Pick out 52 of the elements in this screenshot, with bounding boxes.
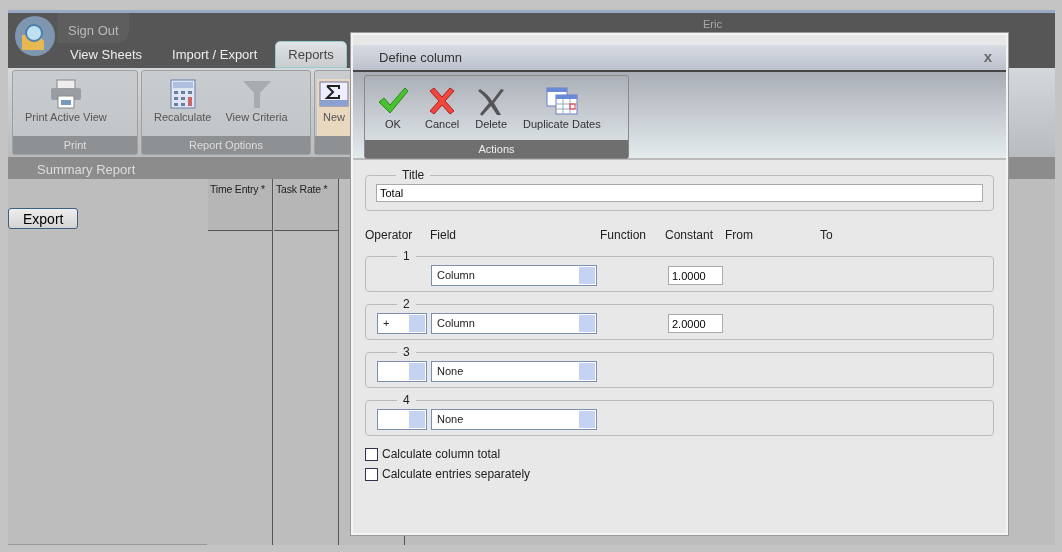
field-select[interactable]: None [431,361,597,382]
export-button[interactable]: Export [8,208,79,229]
column-label: Function [600,227,648,244]
delete-button[interactable]: Delete [469,86,514,140]
column-header: Time Entry * [208,179,272,231]
toolbar-button[interactable]: Duplicate Dates [517,86,607,140]
column-header: Task Rate * [274,179,338,231]
user-name: Eric [703,17,722,32]
group-label: Report Options [142,135,310,154]
close-button[interactable]: x [983,46,992,69]
ok-button[interactable]: OK [371,86,415,140]
sign-out-menu[interactable]: Sign Out [58,13,129,43]
checkbox[interactable] [365,447,378,461]
ribbon-button[interactable]: Recalculate [150,79,216,136]
group-label: Print [13,135,137,154]
field-select[interactable]: None [431,409,597,430]
constant-input[interactable]: 2.0000 [668,314,723,333]
ribbon-button[interactable]: View Criteria [221,79,292,136]
operator-select[interactable] [377,361,427,382]
cancel-button[interactable]: Cancel [419,86,466,140]
section-legend: 2 [397,295,416,313]
column-label: To [820,227,834,244]
title-input[interactable]: Total [376,184,983,202]
tab[interactable]: View Sheets [58,40,155,68]
operator-select[interactable]: + [377,313,427,334]
calendar-icon [545,86,578,116]
logo-icon[interactable] [14,15,56,57]
column-label: Field [430,227,457,244]
section-legend: 3 [397,343,416,361]
field-select[interactable]: Column [431,313,597,334]
x-icon [476,86,507,116]
funnel-icon [241,79,272,109]
section-legend: 4 [397,391,416,409]
tab[interactable]: Reports [275,40,347,68]
column-label: Operator [365,227,414,244]
operator-select[interactable] [377,409,427,430]
column-label: From [725,227,754,244]
tab[interactable]: Import / Export [160,40,270,68]
ribbon-button[interactable]: New [317,79,351,136]
constant-input[interactable]: 1.0000 [668,266,723,285]
field-select[interactable]: Column [431,265,597,286]
dialog-title: Define column [379,48,463,67]
checkbox-label: Calculate entries separately [382,466,531,483]
section-legend: 1 [397,247,416,265]
check-icon [377,86,409,116]
group-label: Actions [365,139,628,158]
calculator-icon [169,79,196,109]
ribbon-button[interactable]: Print Active View [21,79,111,136]
printer-icon [48,79,83,109]
column-label: Constant [665,227,715,244]
checkbox[interactable] [365,467,378,481]
checkbox-label: Calculate column total [382,446,501,463]
